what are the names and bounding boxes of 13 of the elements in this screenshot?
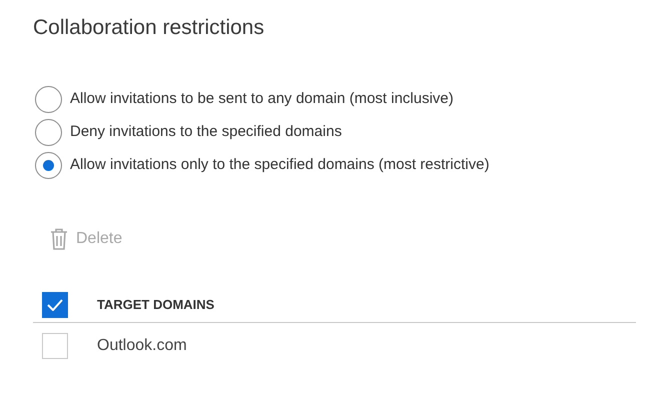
radio-button[interactable] [35, 86, 62, 113]
radio-label: Allow invitations only to the specified domains (most restrictive) [70, 155, 490, 176]
checkmark-icon [47, 298, 63, 310]
section-title: Collaboration restrictions [33, 15, 266, 41]
select-all-checkbox[interactable] [42, 292, 68, 318]
radio-button[interactable] [35, 119, 62, 146]
radio-label: Deny invitations to the specified domains [70, 122, 342, 142]
radio-label: Allow invitations to be sent to any domain (most inclusive) [70, 89, 454, 110]
radio-button[interactable] [35, 152, 62, 179]
column-header: TARGET DOMAINS [97, 296, 214, 314]
trash-icon [50, 228, 68, 250]
row-checkbox[interactable] [42, 333, 68, 359]
table-cell-text: Outlook.com [97, 336, 187, 356]
